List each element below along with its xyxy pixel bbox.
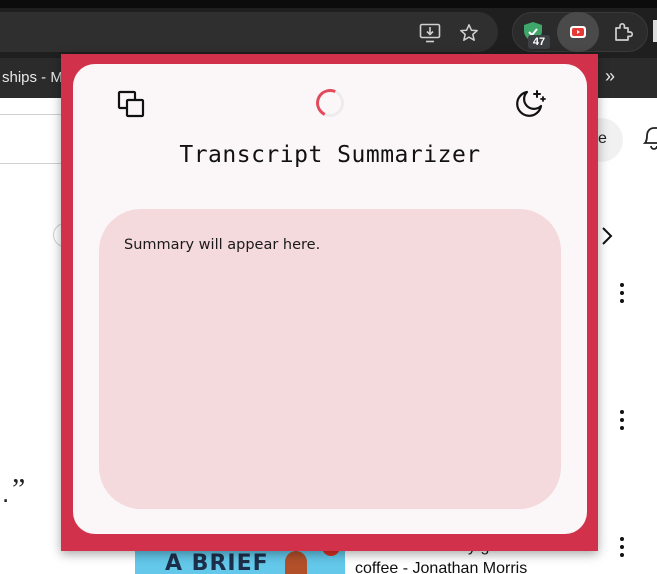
video-title[interactable]: coffee - Jonathan Morris xyxy=(355,560,527,574)
notifications-bell-icon[interactable] xyxy=(640,124,657,155)
summary-placeholder: Summary will appear here. xyxy=(124,237,321,253)
bookmark-star-icon[interactable] xyxy=(458,22,480,44)
more-options-icon[interactable] xyxy=(616,410,628,430)
tab-strip-edge xyxy=(0,0,657,8)
moon-stars-icon[interactable] xyxy=(514,87,548,119)
copy-icon[interactable] xyxy=(116,89,146,119)
quote-text: „ xyxy=(12,456,26,489)
header-pill-label: e xyxy=(598,130,607,147)
thumbnail-text: A BRIEF xyxy=(165,551,269,574)
search-box-edge[interactable] xyxy=(0,114,64,164)
more-options-icon[interactable] xyxy=(616,537,628,557)
period-text: . xyxy=(2,478,10,508)
install-app-icon[interactable] xyxy=(418,22,442,44)
popup-title: Transcript Summarizer xyxy=(179,142,481,168)
chevron-right-icon[interactable] xyxy=(600,226,614,251)
more-options-icon[interactable] xyxy=(616,283,628,303)
thumbnail-figure xyxy=(285,551,307,574)
youtube-extension-icon[interactable] xyxy=(569,25,587,39)
summary-panel xyxy=(99,209,561,509)
bookmarks-overflow-button[interactable]: » xyxy=(605,66,615,87)
browser-toolbar: 47 xyxy=(0,0,657,58)
video-thumbnail[interactable]: A BRIEF xyxy=(135,551,345,574)
extensions-puzzle-icon[interactable] xyxy=(610,20,636,44)
extension-badge: 47 xyxy=(528,35,550,49)
window-edge xyxy=(653,20,657,42)
